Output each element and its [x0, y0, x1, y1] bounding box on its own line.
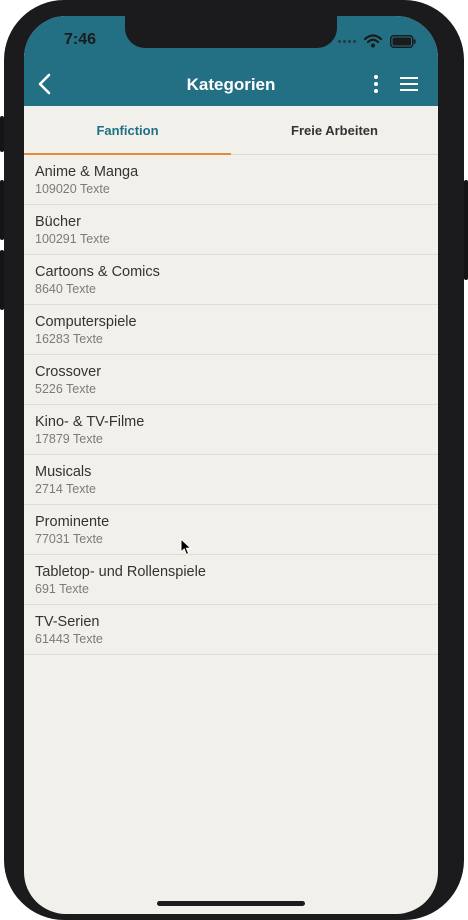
category-title: Musicals: [35, 464, 92, 480]
list-item[interactable]: Prominente 77031 Texte: [24, 505, 438, 555]
list-item[interactable]: Musicals 2714 Texte: [24, 455, 438, 505]
category-count: 109020 Texte: [35, 182, 110, 196]
signal-dots-icon: [338, 39, 356, 43]
category-title: Bücher: [35, 214, 81, 230]
category-title: TV-Serien: [35, 614, 100, 630]
list-item[interactable]: Cartoons & Comics 8640 Texte: [24, 255, 438, 305]
volume-down-button: [0, 250, 4, 310]
category-title: Kino- & TV-Filme: [35, 414, 145, 430]
menu-icon[interactable]: [398, 73, 420, 95]
category-title: Cartoons & Comics: [35, 264, 160, 280]
category-title: Prominente: [35, 514, 110, 530]
list-item[interactable]: Crossover 5226 Texte: [24, 355, 438, 405]
more-vertical-icon[interactable]: [368, 72, 384, 96]
device-notch: [125, 16, 337, 48]
list-item[interactable]: Tabletop- und Rollenspiele 691 Texte: [24, 555, 438, 605]
category-count: 77031 Texte: [35, 532, 103, 546]
mute-switch: [0, 116, 4, 152]
mouse-pointer-icon: [180, 538, 192, 556]
home-indicator[interactable]: [157, 901, 305, 906]
category-count: 5226 Texte: [35, 382, 96, 396]
wifi-icon: [364, 34, 382, 48]
navigation-bar: Kategorien: [24, 66, 438, 106]
category-count: 2714 Texte: [35, 482, 96, 496]
status-icons: [338, 34, 416, 48]
list-item[interactable]: Kino- & TV-Filme 17879 Texte: [24, 405, 438, 455]
category-count: 691 Texte: [35, 582, 89, 596]
tab-fanfiction[interactable]: Fanfiction: [24, 106, 231, 155]
status-time: 7:46: [64, 31, 97, 48]
list-item[interactable]: TV-Serien 61443 Texte: [24, 605, 438, 655]
category-tabs: Fanfiction Freie Arbeiten: [24, 106, 438, 155]
list-item[interactable]: Computerspiele 16283 Texte: [24, 305, 438, 355]
category-title: Anime & Manga: [35, 164, 139, 180]
category-count: 8640 Texte: [35, 282, 96, 296]
list-item[interactable]: Bücher 100291 Texte: [24, 205, 438, 255]
category-title: Crossover: [35, 364, 102, 380]
category-title: Computerspiele: [35, 314, 137, 330]
battery-icon: [390, 34, 416, 48]
app-header: 7:46 Kategorien: [24, 16, 438, 106]
category-title: Tabletop- und Rollenspiele: [35, 564, 206, 580]
category-list: Anime & Manga 109020 Texte Bücher 100291…: [24, 155, 438, 655]
volume-up-button: [0, 180, 4, 240]
category-count: 61443 Texte: [35, 632, 103, 646]
category-count: 16283 Texte: [35, 332, 103, 346]
app-screen: 7:46 Kategorien Fanfiction Freie Arbeite…: [24, 16, 438, 914]
power-button: [464, 180, 468, 280]
list-item[interactable]: Anime & Manga 109020 Texte: [24, 155, 438, 205]
category-count: 17879 Texte: [35, 432, 103, 446]
tab-freie-arbeiten[interactable]: Freie Arbeiten: [231, 106, 438, 154]
category-count: 100291 Texte: [35, 232, 110, 246]
